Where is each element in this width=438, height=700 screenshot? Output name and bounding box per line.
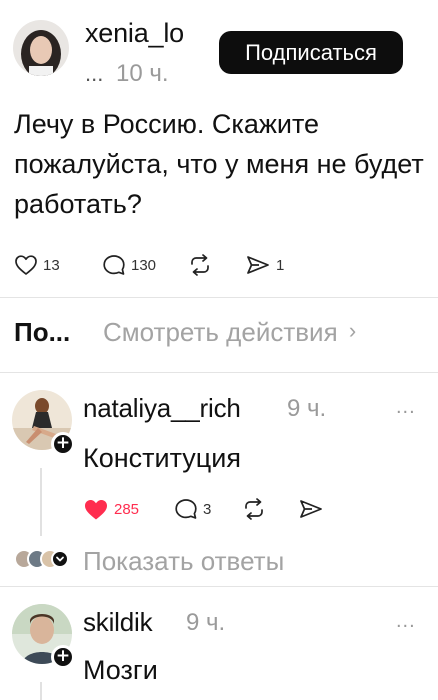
comment-bubble-icon — [102, 254, 126, 276]
post-time-value: 10 ч. — [116, 60, 169, 87]
post-time: ... 10 ч. — [85, 60, 169, 88]
divider-top — [0, 297, 438, 298]
divider-tabs — [0, 372, 438, 373]
follow-plus-icon[interactable]: + — [51, 432, 75, 456]
comment-count: 130 — [131, 256, 157, 274]
follow-button[interactable]: Подписаться — [219, 31, 403, 74]
like-action[interactable]: 285 — [83, 498, 139, 521]
comment-bubble-icon — [174, 498, 198, 520]
post-author-name[interactable]: xenia_lo — [85, 18, 184, 49]
view-activity-link[interactable]: Смотреть действия › — [103, 317, 356, 348]
show-replies-link[interactable]: Показать ответы — [83, 546, 284, 577]
comment-author-name[interactable]: skildik — [83, 607, 153, 638]
post-text: Лечу в Россию. Скажите пожалуйста, что у… — [14, 109, 424, 219]
divider-comments — [0, 586, 438, 587]
tab-active[interactable]: По... — [14, 317, 70, 348]
reply-count: 3 — [203, 500, 212, 518]
chevron-right-icon: › — [348, 318, 357, 343]
share-action[interactable] — [298, 498, 324, 520]
heart-icon — [14, 254, 38, 276]
repost-icon — [241, 498, 267, 520]
comment-action[interactable]: 130 — [102, 254, 156, 276]
repost-icon — [187, 254, 213, 276]
repost-action[interactable] — [241, 498, 267, 520]
more-options-icon[interactable]: ... — [396, 396, 416, 419]
reply-action[interactable]: 3 — [174, 498, 211, 520]
comment-author-name[interactable]: nataliya__rich — [83, 393, 241, 424]
like-count: 13 — [43, 256, 60, 274]
view-activity-label: Смотреть действия — [103, 317, 338, 347]
comment-time: 9 ч. — [186, 609, 226, 636]
comment-text: Конституция — [83, 443, 241, 473]
heart-filled-icon — [83, 498, 109, 521]
comment-time: 9 ч. — [287, 395, 327, 422]
more-indicator: ... — [85, 61, 104, 86]
more-options-icon[interactable]: ... — [396, 610, 416, 633]
repost-action[interactable] — [187, 254, 213, 276]
comment-text: Мозги — [83, 655, 158, 685]
post-author-avatar[interactable] — [13, 20, 69, 76]
send-icon — [245, 254, 271, 276]
follow-plus-icon[interactable]: + — [51, 645, 75, 669]
send-icon — [298, 498, 324, 520]
like-action[interactable]: 13 — [14, 254, 60, 276]
share-count: 1 — [276, 256, 285, 274]
chevron-down-icon — [51, 550, 69, 568]
reply-avatars[interactable] — [14, 547, 70, 571]
thread-line — [40, 468, 42, 536]
share-action[interactable]: 1 — [245, 254, 284, 276]
like-count: 285 — [114, 501, 140, 518]
thread-line — [40, 682, 42, 700]
